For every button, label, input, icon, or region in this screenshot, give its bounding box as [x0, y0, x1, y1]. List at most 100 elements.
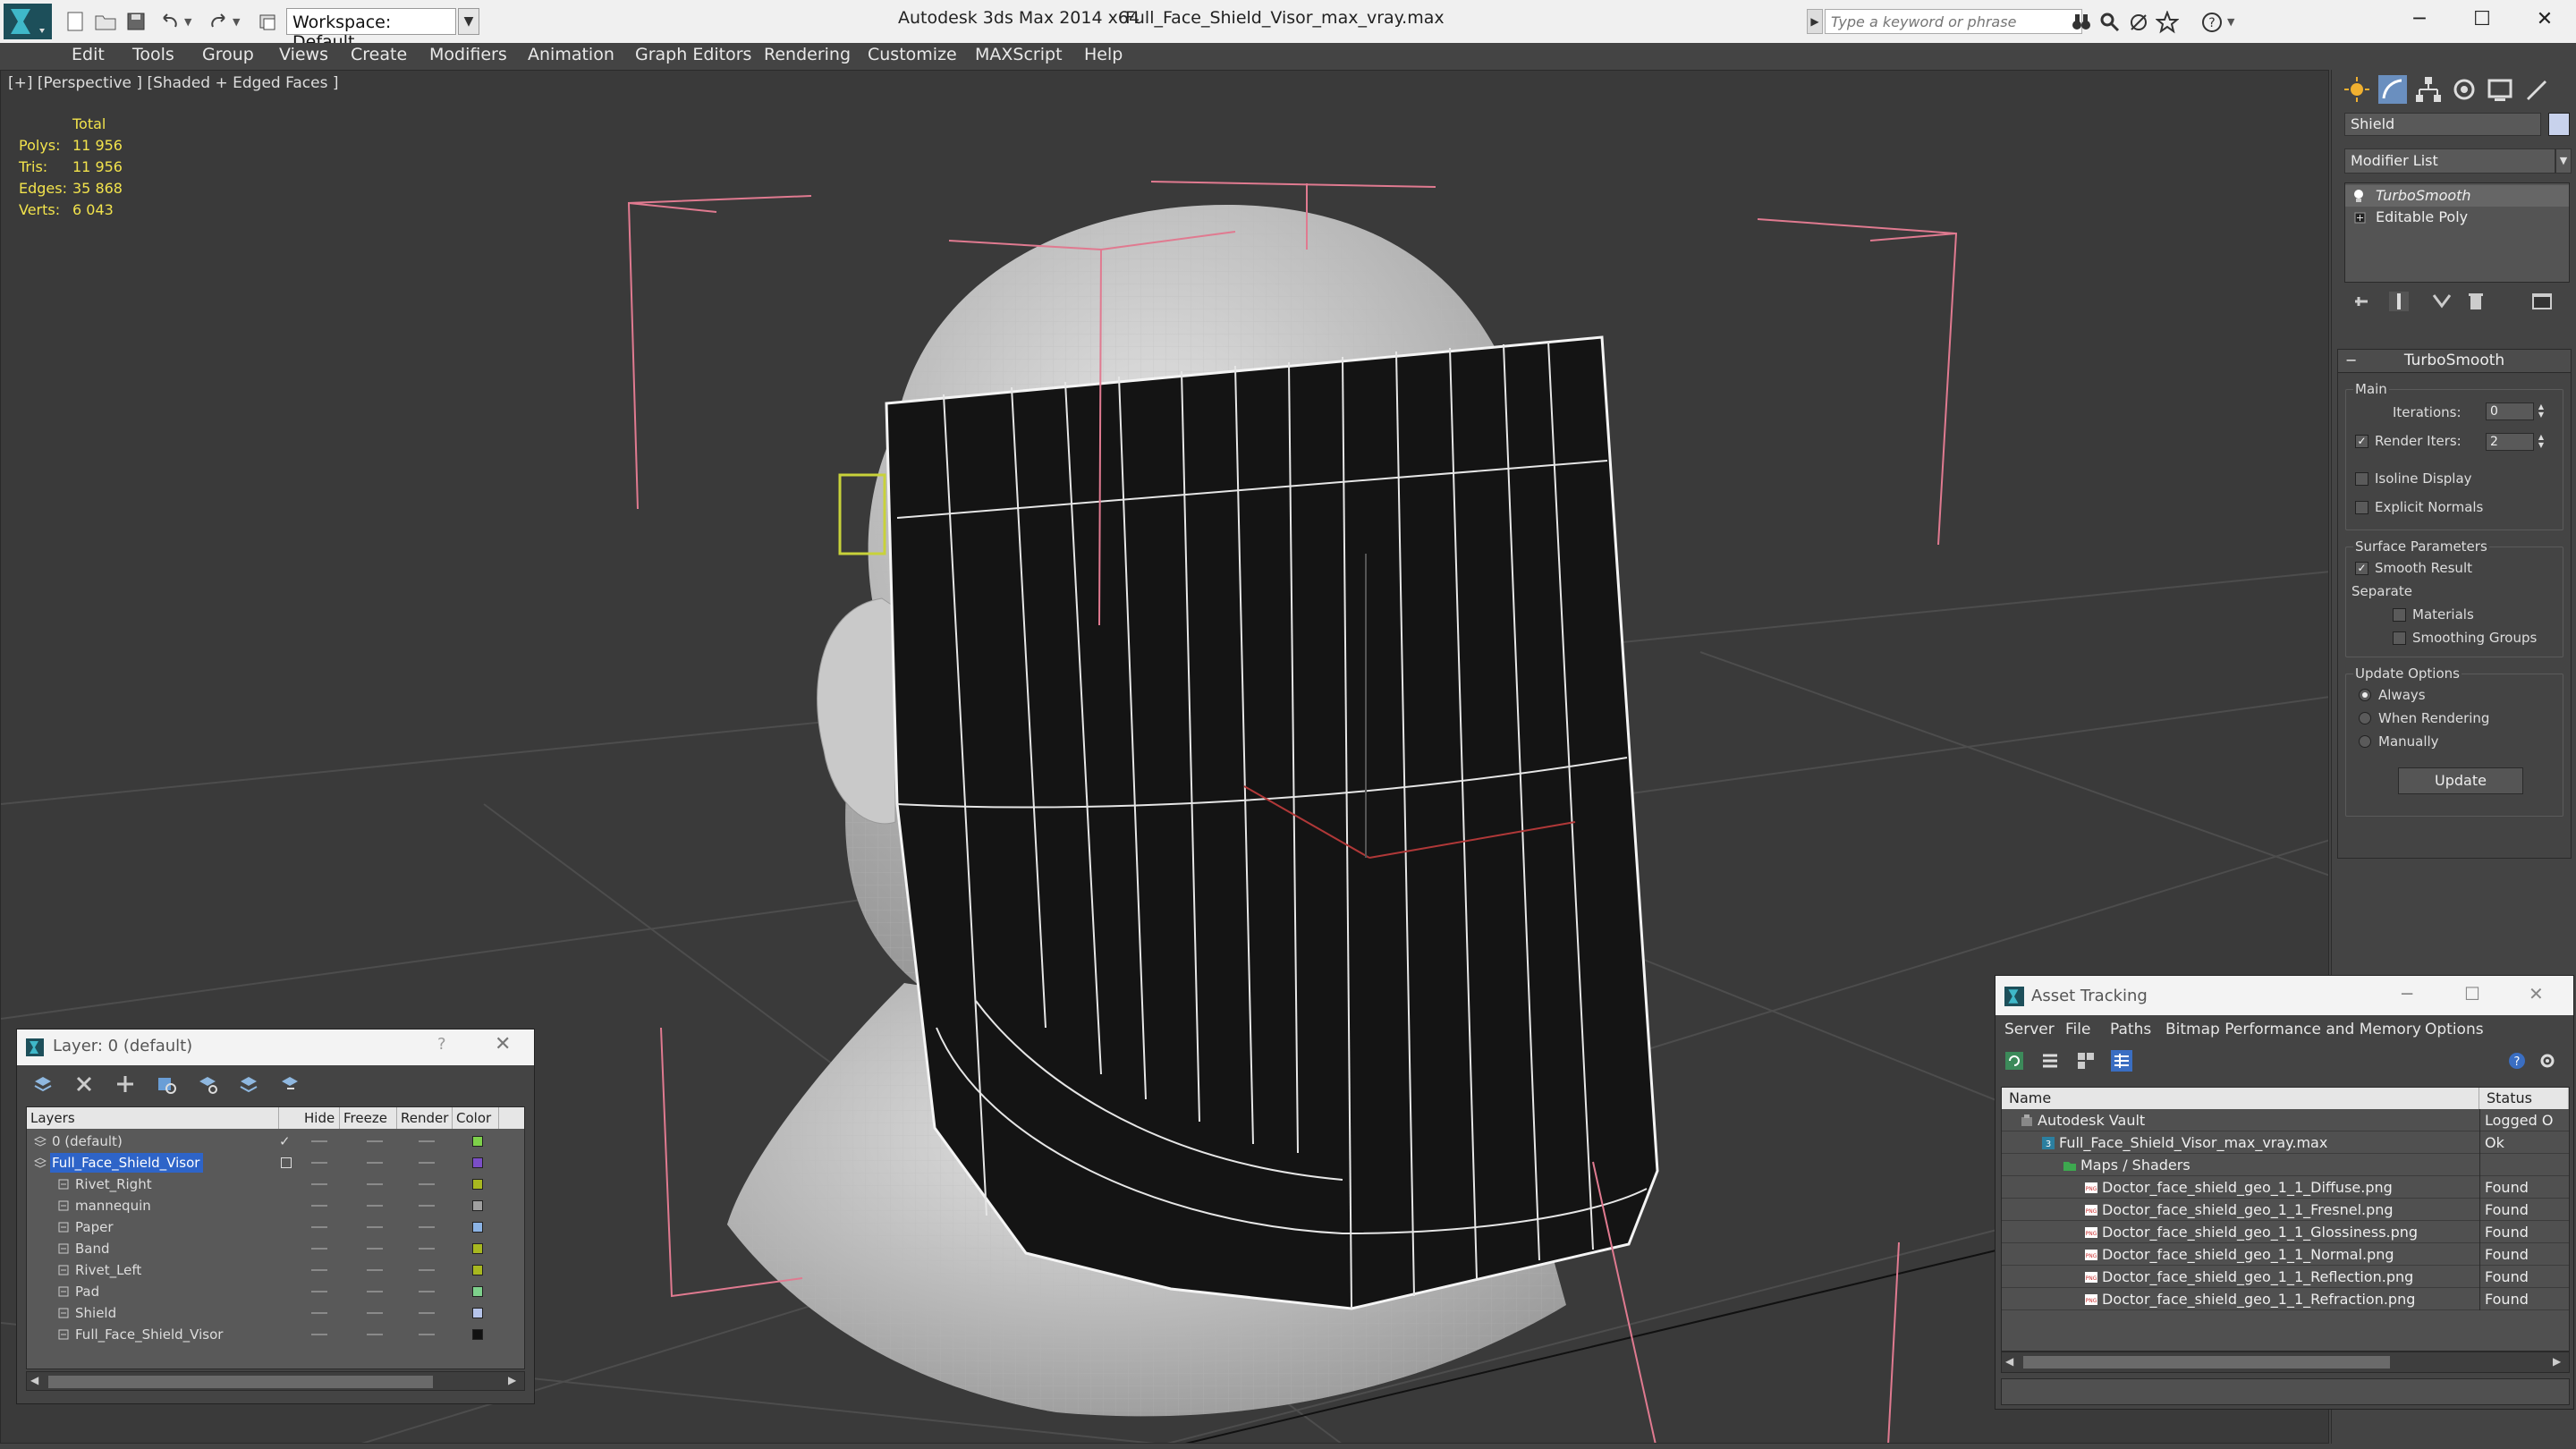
binoculars-icon[interactable]: [2070, 11, 2093, 34]
favorites-star-icon[interactable]: [2156, 11, 2179, 34]
update-button[interactable]: Update: [2398, 767, 2523, 794]
thumbnail-view-icon[interactable]: [2074, 1049, 2097, 1072]
minimize-button[interactable]: ─: [2402, 983, 2412, 1004]
asset-row[interactable]: PNG Doctor_face_shield_geo_1_1_Diffuse.pn…: [2002, 1176, 2569, 1199]
render-toggle[interactable]: [419, 1291, 435, 1292]
layer-row[interactable]: Full_Face_Shield_Visor: [27, 1324, 524, 1345]
render-toggle[interactable]: [419, 1248, 435, 1250]
iterations-spinner-arrows[interactable]: ▲ ▼: [2536, 402, 2546, 420]
settings-icon[interactable]: [2536, 1049, 2559, 1072]
horizontal-scrollbar[interactable]: ◀ ▶: [2001, 1352, 2570, 1373]
layers-icon[interactable]: [31, 1072, 55, 1096]
freeze-toggle[interactable]: [367, 1183, 383, 1185]
freeze-toggle[interactable]: [367, 1140, 383, 1142]
make-current-layer-icon[interactable]: [278, 1072, 301, 1096]
hide-toggle[interactable]: [311, 1183, 327, 1185]
hide-toggle[interactable]: [311, 1312, 327, 1314]
freeze-toggle[interactable]: [367, 1312, 383, 1314]
redo-dropdown-icon[interactable]: ▼: [233, 16, 240, 28]
asset-row[interactable]: PNG Doctor_face_shield_geo_1_1_Glossiness…: [2002, 1221, 2569, 1243]
configure-modifier-sets-icon[interactable]: [2529, 288, 2555, 315]
layer-row[interactable]: Rivet_Left: [27, 1259, 524, 1281]
search-input[interactable]: [1825, 9, 2082, 34]
hide-toggle[interactable]: [311, 1205, 327, 1207]
menu-options[interactable]: Options: [2425, 1021, 2484, 1038]
make-current-box-icon[interactable]: [281, 1157, 292, 1168]
menu-modifiers[interactable]: Modifiers: [429, 43, 507, 66]
column-header-name[interactable]: Name: [2002, 1088, 2479, 1109]
column-header-status[interactable]: Status: [2479, 1088, 2569, 1109]
layer-color-swatch[interactable]: [472, 1329, 483, 1340]
freeze-toggle[interactable]: [367, 1334, 383, 1335]
when-rendering-radio[interactable]: [2359, 712, 2371, 724]
asset-row[interactable]: Autodesk Vault Logged O: [2002, 1109, 2569, 1131]
layer-row[interactable]: Full_Face_Shield_Visor: [27, 1152, 524, 1174]
show-end-result-icon[interactable]: [2385, 288, 2412, 315]
layer-color-swatch[interactable]: [472, 1286, 483, 1297]
layer-color-swatch[interactable]: [472, 1265, 483, 1275]
help-icon[interactable]: ?: [437, 1035, 446, 1054]
hide-toggle[interactable]: [311, 1269, 327, 1271]
scroll-thumb[interactable]: [48, 1376, 433, 1388]
menu-tools[interactable]: Tools: [132, 43, 174, 66]
subscription-key-icon[interactable]: [2098, 11, 2122, 34]
freeze-toggle[interactable]: [367, 1162, 383, 1164]
render-iters-checkbox[interactable]: ✓: [2355, 435, 2368, 448]
hide-toggle[interactable]: [311, 1248, 327, 1250]
asset-row[interactable]: PNG Doctor_face_shield_geo_1_1_Fresnel.pn…: [2002, 1199, 2569, 1221]
render-toggle[interactable]: [419, 1334, 435, 1335]
scroll-thumb[interactable]: [2023, 1356, 2390, 1368]
isoline-display-checkbox[interactable]: [2355, 472, 2368, 486]
workspace-dropdown-arrow[interactable]: ▼: [458, 8, 479, 35]
menu-graph-editors[interactable]: Graph Editors: [635, 43, 751, 66]
remove-modifier-icon[interactable]: [2462, 288, 2489, 315]
create-tab-icon[interactable]: [2341, 73, 2373, 106]
render-iters-spinner[interactable]: 2: [2486, 433, 2534, 451]
layer-row[interactable]: Rivet_Right: [27, 1174, 524, 1195]
column-header-freeze[interactable]: Freeze: [340, 1107, 397, 1129]
layer-row[interactable]: Band: [27, 1238, 524, 1259]
delete-layer-icon[interactable]: [72, 1072, 96, 1096]
stack-item-turbosmooth[interactable]: TurboSmooth: [2345, 185, 2569, 207]
menu-rendering[interactable]: Rendering: [764, 43, 851, 66]
layer-color-swatch[interactable]: [472, 1243, 483, 1254]
horizontal-scrollbar[interactable]: ◀ ▶: [26, 1371, 525, 1391]
search-expand-arrow[interactable]: ▶: [1807, 9, 1823, 34]
asset-row[interactable]: PNG Doctor_face_shield_geo_1_1_Reflection…: [2002, 1266, 2569, 1288]
make-unique-icon[interactable]: [2428, 288, 2455, 315]
column-header-layers[interactable]: Layers: [27, 1107, 279, 1129]
redo-icon[interactable]: [206, 9, 231, 34]
highlight-selected-icon[interactable]: [196, 1072, 219, 1096]
display-tab-icon[interactable]: [2484, 73, 2516, 106]
help-icon[interactable]: ?: [2200, 11, 2224, 34]
menu-bitmap-performance[interactable]: Bitmap Performance and Memory: [2165, 1021, 2421, 1038]
workspace-dropdown[interactable]: Workspace: Default: [286, 8, 456, 52]
add-to-layer-icon[interactable]: [237, 1072, 260, 1096]
hide-toggle[interactable]: [311, 1334, 327, 1335]
layer-color-swatch[interactable]: [472, 1179, 483, 1190]
motion-tab-icon[interactable]: [2448, 73, 2480, 106]
viewport-label[interactable]: [+] [Perspective ] [Shaded + Edged Faces…: [8, 74, 338, 92]
select-objects-icon[interactable]: [155, 1072, 178, 1096]
menu-create[interactable]: Create: [351, 43, 407, 66]
create-layer-icon[interactable]: [114, 1072, 137, 1096]
app-logo-icon[interactable]: [4, 4, 52, 39]
explicit-normals-checkbox[interactable]: [2355, 501, 2368, 514]
communication-center-icon[interactable]: [2127, 11, 2150, 34]
render-toggle[interactable]: [419, 1162, 435, 1164]
table-view-icon[interactable]: [2110, 1049, 2133, 1072]
asset-row[interactable]: 3 Full_Face_Shield_Visor_max_vray.max Ok: [2002, 1131, 2569, 1154]
render-toggle[interactable]: [419, 1205, 435, 1207]
modifier-list-dropdown[interactable]: Modifier List: [2344, 148, 2555, 174]
always-radio[interactable]: [2359, 689, 2371, 701]
layer-dialog-titlebar[interactable]: Layer: 0 (default) ? ✕: [17, 1030, 534, 1065]
expand-plus-icon[interactable]: [2354, 210, 2367, 225]
smooth-result-checkbox[interactable]: ✓: [2355, 562, 2368, 575]
list-view-icon[interactable]: [2038, 1049, 2062, 1072]
layer-row[interactable]: Paper: [27, 1216, 524, 1238]
help-dropdown-icon[interactable]: ▼: [2227, 16, 2234, 28]
materials-checkbox[interactable]: [2393, 608, 2406, 622]
modifier-list-arrow[interactable]: ▼: [2555, 148, 2572, 174]
menu-server[interactable]: Server: [2004, 1021, 2055, 1038]
asset-dialog-titlebar[interactable]: Asset Tracking ─ ☐ ✕: [1996, 976, 2573, 1015]
